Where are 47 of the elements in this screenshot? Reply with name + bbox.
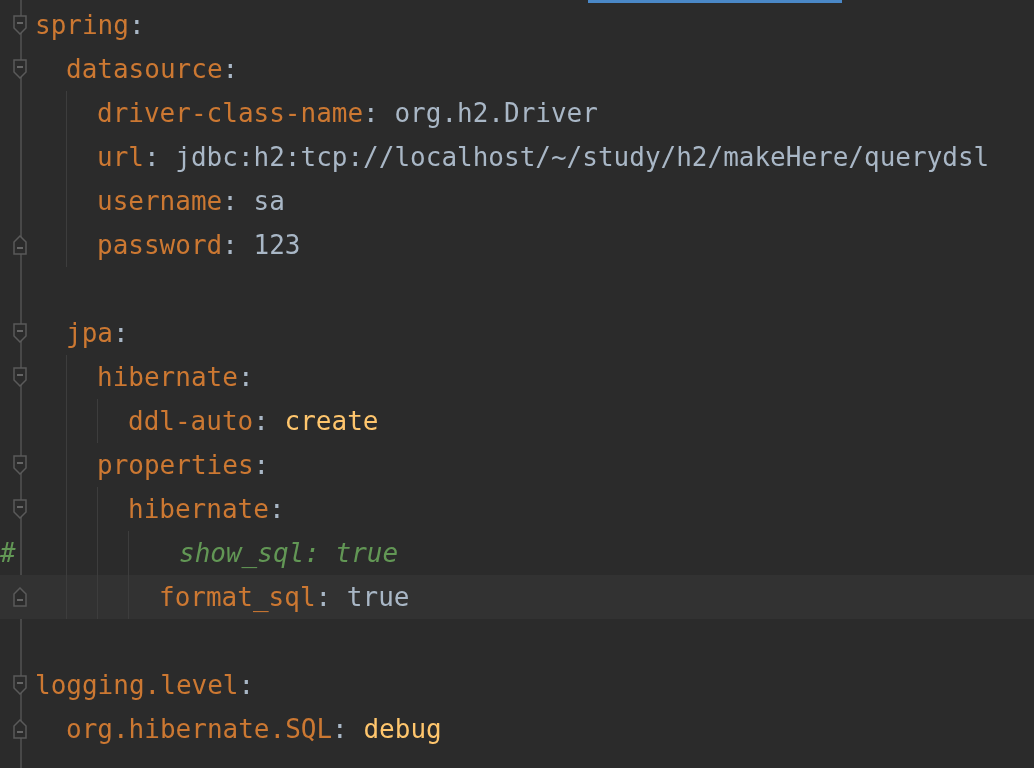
yaml-value: create bbox=[284, 406, 379, 436]
yaml-key: username bbox=[97, 186, 223, 216]
fold-collapse-icon[interactable] bbox=[13, 499, 27, 519]
colon: : bbox=[222, 186, 238, 216]
colon: : bbox=[128, 10, 145, 40]
yaml-key: format_sql bbox=[159, 582, 316, 612]
colon: : bbox=[253, 450, 270, 480]
colon: : bbox=[238, 670, 255, 700]
yaml-key: properties bbox=[97, 450, 254, 480]
colon: : bbox=[143, 142, 160, 172]
commented-line: show_sql: true bbox=[178, 538, 399, 568]
yaml-value: sa bbox=[253, 186, 285, 216]
yaml-key: spring bbox=[35, 10, 129, 40]
colon: : bbox=[315, 582, 332, 612]
fold-collapse-icon[interactable] bbox=[13, 59, 27, 79]
colon: : bbox=[222, 54, 239, 84]
colon: : bbox=[222, 230, 238, 260]
yaml-key: url bbox=[97, 142, 144, 172]
fold-collapse-icon[interactable] bbox=[13, 367, 27, 387]
yaml-key: hibernate bbox=[128, 494, 269, 524]
yaml-key: org.hibernate.SQL bbox=[66, 714, 333, 744]
fold-collapse-icon[interactable] bbox=[13, 455, 27, 475]
yaml-key: password bbox=[97, 230, 223, 260]
colon: : bbox=[237, 362, 254, 392]
yaml-value: true bbox=[346, 582, 410, 612]
colon: : bbox=[363, 98, 379, 128]
fold-collapse-icon[interactable] bbox=[13, 15, 27, 35]
yaml-value: debug bbox=[363, 714, 442, 744]
yaml-key: driver-class-name bbox=[97, 98, 364, 128]
yaml-key: datasource bbox=[66, 54, 223, 84]
colon: : bbox=[112, 318, 129, 348]
colon: : bbox=[332, 714, 348, 744]
fold-collapse-icon[interactable] bbox=[13, 323, 27, 343]
fold-end-icon[interactable] bbox=[13, 587, 27, 607]
yaml-value: jdbc:h2:tcp://localhost/~/study/h2/makeHere/querydsl bbox=[175, 142, 990, 172]
fold-collapse-icon[interactable] bbox=[13, 675, 27, 695]
colon: : bbox=[268, 494, 285, 524]
yaml-value: org.h2.Driver bbox=[394, 98, 598, 128]
yaml-key: logging.level bbox=[35, 670, 239, 700]
fold-end-icon[interactable] bbox=[13, 719, 27, 739]
yaml-key: ddl-auto bbox=[128, 406, 254, 436]
yaml-key: hibernate bbox=[97, 362, 238, 392]
yaml-value: 123 bbox=[253, 230, 301, 260]
colon: : bbox=[253, 406, 269, 436]
fold-end-icon[interactable] bbox=[13, 235, 27, 255]
comment-marker: # bbox=[0, 538, 16, 568]
yaml-key: jpa bbox=[66, 318, 113, 348]
